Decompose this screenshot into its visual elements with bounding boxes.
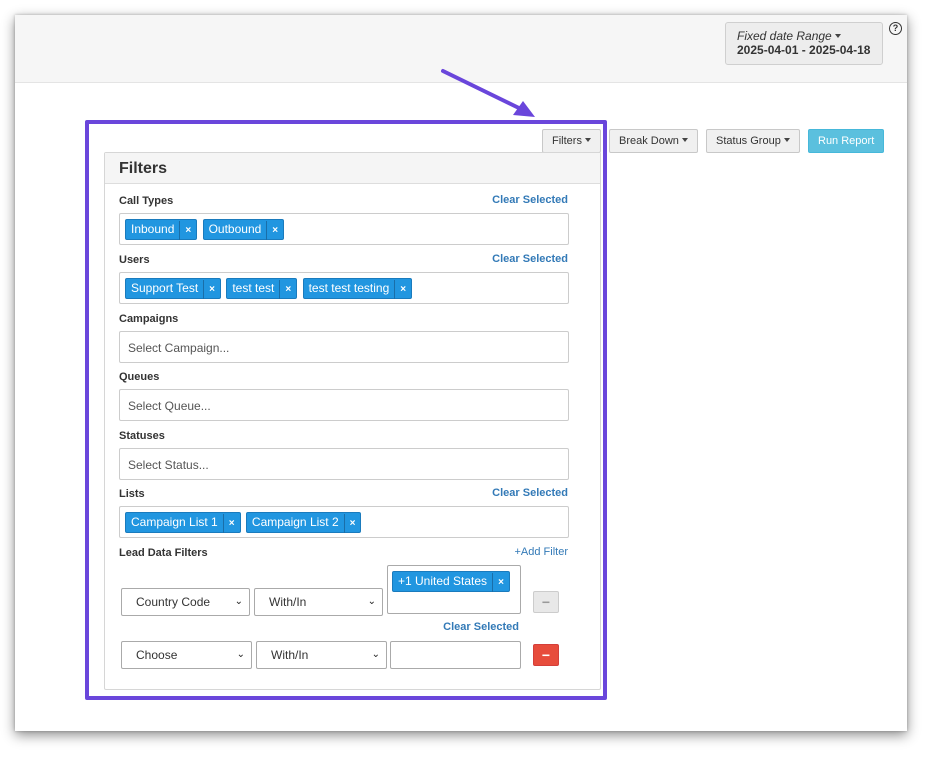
remove-filter-button[interactable]: − <box>533 591 559 613</box>
statuses-placeholder: Select Status... <box>128 458 209 472</box>
lead-field-value: Country Code <box>136 595 211 609</box>
break-down-button[interactable]: Break Down <box>609 129 698 153</box>
campaigns-select[interactable]: Select Campaign... <box>119 331 569 363</box>
lead-value-select[interactable]: +1 United States × <box>387 565 521 614</box>
run-report-button[interactable]: Run Report <box>808 129 885 153</box>
remove-filter-button[interactable]: − <box>533 644 559 666</box>
status-group-button[interactable]: Status Group <box>706 129 800 153</box>
lead-operator-value: With/In <box>269 595 307 609</box>
close-icon[interactable]: × <box>266 221 283 240</box>
call-types-clear-link[interactable]: Clear Selected <box>492 194 568 206</box>
user-tag: Support Test × <box>125 278 221 299</box>
close-icon[interactable]: × <box>279 280 296 299</box>
chevron-down-icon <box>681 138 688 143</box>
lead-operator-value: With/In <box>271 648 309 662</box>
annotation-arrow-icon <box>441 69 535 117</box>
lists-select[interactable]: Campaign List 1 × Campaign List 2 × <box>119 506 569 538</box>
lead-value-input[interactable] <box>390 641 521 669</box>
tag-label: Support Test <box>131 281 199 295</box>
chevron-down-icon: ⌄ <box>236 649 245 660</box>
lead-operator-select[interactable]: With/In ⌄ <box>254 588 383 616</box>
help-icon[interactable]: ? <box>889 22 902 35</box>
list-tag: Campaign List 2 × <box>245 512 362 533</box>
list-tag: Campaign List 1 × <box>125 512 241 533</box>
close-icon[interactable]: × <box>492 573 509 592</box>
statuses-select[interactable]: Select Status... <box>119 448 569 480</box>
lead-data-filters-label: Lead Data Filters <box>119 547 208 559</box>
queues-label: Queues <box>119 371 160 383</box>
close-icon[interactable]: × <box>179 221 196 240</box>
lead-operator-select[interactable]: With/In ⌄ <box>256 641 387 669</box>
app-window: Fixed date Range 2025-04-01 - 2025-04-18… <box>15 15 907 731</box>
chevron-down-icon <box>783 138 790 143</box>
call-types-select[interactable]: Inbound × Outbound × <box>119 213 569 245</box>
close-icon[interactable]: × <box>394 280 411 299</box>
lead-value-tag: +1 United States × <box>392 571 510 592</box>
call-type-tag: Inbound × <box>125 219 198 240</box>
tag-label: Campaign List 1 <box>131 515 218 529</box>
queues-select[interactable]: Select Queue... <box>119 389 569 421</box>
lead-value-clear-link[interactable]: Clear Selected <box>443 621 519 633</box>
user-tag: test test testing × <box>302 278 413 299</box>
statuses-label: Statuses <box>119 430 165 442</box>
users-clear-link[interactable]: Clear Selected <box>492 253 568 265</box>
close-icon[interactable]: × <box>343 514 361 533</box>
call-type-tag: Outbound × <box>202 219 285 240</box>
tag-label: +1 United States <box>398 574 488 588</box>
tag-label: test test testing <box>308 281 390 295</box>
lists-clear-link[interactable]: Clear Selected <box>492 487 568 499</box>
lead-field-value: Choose <box>136 648 178 662</box>
chevron-down-icon: ⌄ <box>234 596 243 607</box>
tag-label: Campaign List 2 <box>251 515 339 529</box>
call-types-label: Call Types <box>119 195 174 207</box>
queues-placeholder: Select Queue... <box>128 399 211 413</box>
lists-label: Lists <box>119 488 145 500</box>
chevron-down-icon <box>834 33 841 38</box>
add-filter-link[interactable]: +Add Filter <box>515 546 569 558</box>
lead-field-select[interactable]: Choose ⌄ <box>121 641 252 669</box>
chevron-down-icon: ⌄ <box>367 596 376 607</box>
close-icon[interactable]: × <box>203 280 220 299</box>
chevron-down-icon: ⌄ <box>371 649 380 660</box>
campaigns-placeholder: Select Campaign... <box>128 341 230 355</box>
users-label: Users <box>119 254 150 266</box>
tag-label: Outbound <box>208 222 262 236</box>
filters-panel: Filters Call Types Clear Selected Inboun… <box>104 152 601 690</box>
tag-label: Inbound <box>131 222 175 236</box>
user-tag: test test × <box>226 278 298 299</box>
filters-panel-title: Filters <box>105 153 600 184</box>
close-icon[interactable]: × <box>222 514 240 533</box>
tag-label: test test <box>232 281 275 295</box>
users-select[interactable]: Support Test × test test × test test testi… <box>119 272 569 304</box>
date-range-label: Fixed date Range <box>737 29 832 43</box>
campaigns-label: Campaigns <box>119 313 179 325</box>
lead-field-select[interactable]: Country Code ⌄ <box>121 588 250 616</box>
date-range-value: 2025-04-01 - 2025-04-18 <box>737 43 871 57</box>
break-down-button-label: Break Down <box>619 135 679 147</box>
status-group-button-label: Status Group <box>716 135 781 147</box>
date-range-picker[interactable]: Fixed date Range 2025-04-01 - 2025-04-18 <box>725 22 883 65</box>
